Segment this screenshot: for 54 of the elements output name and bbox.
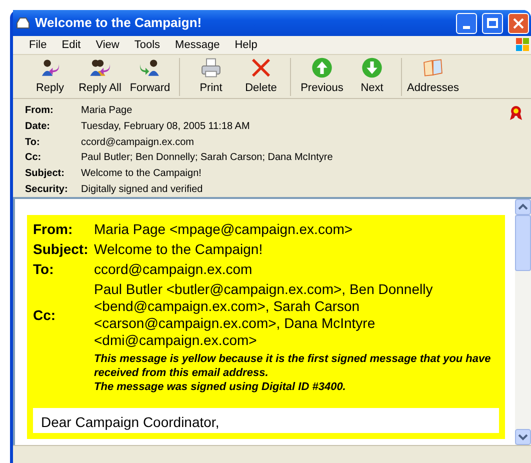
menu-item[interactable]: Tools xyxy=(134,36,160,54)
close-button[interactable] xyxy=(508,12,529,34)
menu-item[interactable]: View xyxy=(96,36,120,54)
header-value: Maria Page xyxy=(81,104,134,118)
envelope-icon xyxy=(16,17,30,29)
banner-label: Cc: xyxy=(33,306,57,324)
reply-all-icon xyxy=(88,56,112,78)
windows-logo-icon xyxy=(515,37,531,53)
close-icon xyxy=(513,18,524,28)
banner-value: Welcome to the Campaign! xyxy=(94,241,264,258)
header-label: Security: xyxy=(25,183,69,197)
scroll-down-icon[interactable] xyxy=(515,429,531,445)
header-value: ccord@campaign.ex.com xyxy=(81,136,195,150)
toolbar-button[interactable]: Forward xyxy=(125,56,175,96)
printer-icon xyxy=(199,56,223,78)
banner-value: Paul Butler <butler@campaign.ex.com>, Ben Donnelly <bend@campaign.ex.com>, Sarah Carson <carson@campaign.ex.com>, Dana McIntyre <dmi@campaign.ex.com> xyxy=(94,281,434,349)
header-label: Date: xyxy=(25,120,52,134)
address-book-icon xyxy=(421,56,445,78)
banner-label: From: xyxy=(33,221,74,238)
banner-label: To: xyxy=(33,261,55,278)
header-label: From: xyxy=(25,104,54,118)
banner-note: The message was signed using Digital ID #3400. xyxy=(94,380,347,394)
toolbar-button[interactable]: Addresses xyxy=(408,56,458,96)
menu-item[interactable]: Message xyxy=(175,36,220,54)
header-label: Cc: xyxy=(25,151,42,166)
toolbar-button[interactable]: Reply xyxy=(25,56,75,96)
body-paragraph: Dear Campaign Coordinator, xyxy=(41,414,220,431)
header-label: To: xyxy=(25,136,41,150)
scroll-up-icon[interactable] xyxy=(515,199,531,215)
header-label: Subject: xyxy=(25,167,66,182)
maximize-button[interactable] xyxy=(482,12,503,34)
menu-item[interactable]: File xyxy=(29,36,47,54)
header-value: Digitally signed and verified xyxy=(81,183,204,197)
header-value: Paul Butler; Ben Donnelly; Sarah Carson; Dana McIntyre xyxy=(81,151,333,166)
toolbar-button[interactable]: Print xyxy=(186,56,236,96)
banner-value: ccord@campaign.ex.com xyxy=(94,261,254,278)
forward-icon xyxy=(138,56,162,78)
toolbar-button[interactable]: Reply All xyxy=(75,56,125,96)
banner-value: Maria Page <mpage@campaign.ex.com> xyxy=(94,221,354,238)
delete-icon xyxy=(249,56,273,78)
menu-item[interactable]: Edit xyxy=(62,36,81,54)
certificate-ribbon-icon xyxy=(509,105,523,121)
toolbar-button[interactable]: Previous xyxy=(297,56,347,96)
window-title: Welcome to the Campaign! xyxy=(35,14,203,32)
header-value: Tuesday, February 08, 2005 11:18 AM xyxy=(81,120,251,134)
header-value: Welcome to the Campaign! xyxy=(81,167,202,182)
toolbar-button[interactable]: Next xyxy=(347,56,397,96)
minimize-button[interactable] xyxy=(456,12,477,34)
toolbar-button[interactable]: Delete xyxy=(236,56,286,96)
banner-label: Subject: xyxy=(33,241,90,258)
menu-item[interactable]: Help xyxy=(234,36,258,54)
banner-note: This message is yellow because it is the first signed message that you have received from this email address. xyxy=(94,352,492,380)
scroll-thumb[interactable] xyxy=(515,215,531,271)
scrollbar[interactable] xyxy=(515,199,531,445)
